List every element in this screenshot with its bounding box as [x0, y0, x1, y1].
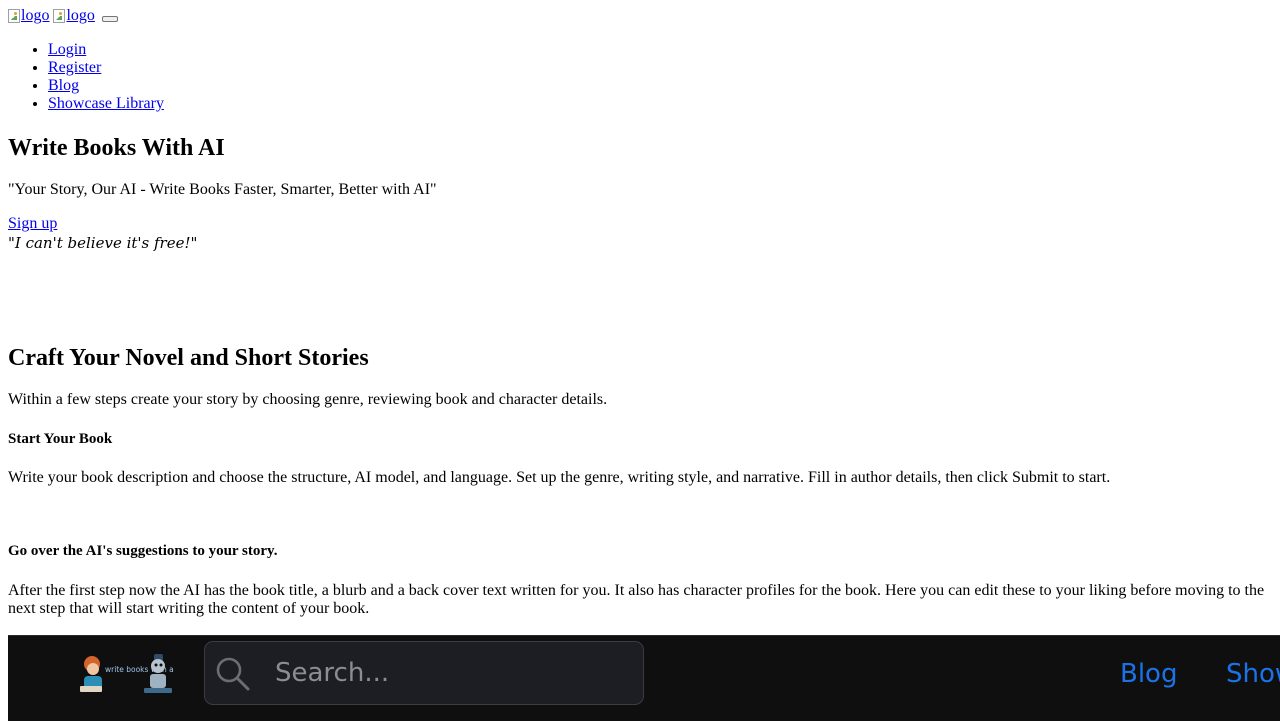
menu-toggle-button[interactable] [101, 16, 118, 23]
site-logo[interactable]: write books with ai [78, 650, 174, 698]
logo-alt-text: logo [21, 7, 50, 24]
step-title-start-book: Start Your Book [8, 431, 113, 447]
step-title-ai-suggestions: Go over the AI's suggestions to your sto… [8, 543, 278, 559]
broken-image-icon [53, 9, 66, 23]
search-box [204, 641, 644, 705]
hero-title: Write Books With AI [8, 135, 225, 161]
nav-item-register: Register [48, 59, 164, 77]
search-icon [216, 657, 250, 691]
showcase-library-link[interactable]: Showcase Library [48, 95, 164, 112]
navbar-showcase-library-link[interactable]: Showcase Library [1226, 656, 1280, 692]
nav-item-login: Login [48, 41, 164, 59]
step-text-ai-suggestions: After the first step now the AI has the … [8, 582, 1265, 617]
nav-item-showcase: Showcase Library [48, 95, 164, 113]
register-link[interactable]: Register [48, 59, 101, 76]
features-title: Craft Your Novel and Short Stories [8, 345, 369, 371]
navbar-blog-link[interactable]: Blog [1120, 656, 1177, 692]
logo-alt-text: logo [66, 7, 95, 24]
features-intro: Within a few steps create your story by … [8, 391, 608, 408]
broken-image-icon [8, 9, 20, 23]
testimonial-quote: "I can't believe it's free!" [8, 234, 198, 252]
dark-navbar: write books with ai Blog Showcase Librar… [8, 635, 1280, 721]
logo-link-2[interactable]: logo [53, 7, 95, 25]
search-input[interactable] [275, 652, 625, 694]
hero-tagline: "Your Story, Our AI - Write Books Faster… [8, 181, 437, 198]
nav-item-blog: Blog [48, 77, 164, 95]
step-text-start-book: Write your book description and choose t… [8, 469, 1111, 486]
login-link[interactable]: Login [48, 41, 86, 58]
logo-link-1[interactable]: logo [8, 7, 49, 25]
signup-link[interactable]: Sign up [8, 215, 57, 233]
nav-list: Login Register Blog Showcase Library [8, 41, 164, 113]
blog-link[interactable]: Blog [48, 77, 79, 94]
header: logo logo [8, 7, 118, 27]
